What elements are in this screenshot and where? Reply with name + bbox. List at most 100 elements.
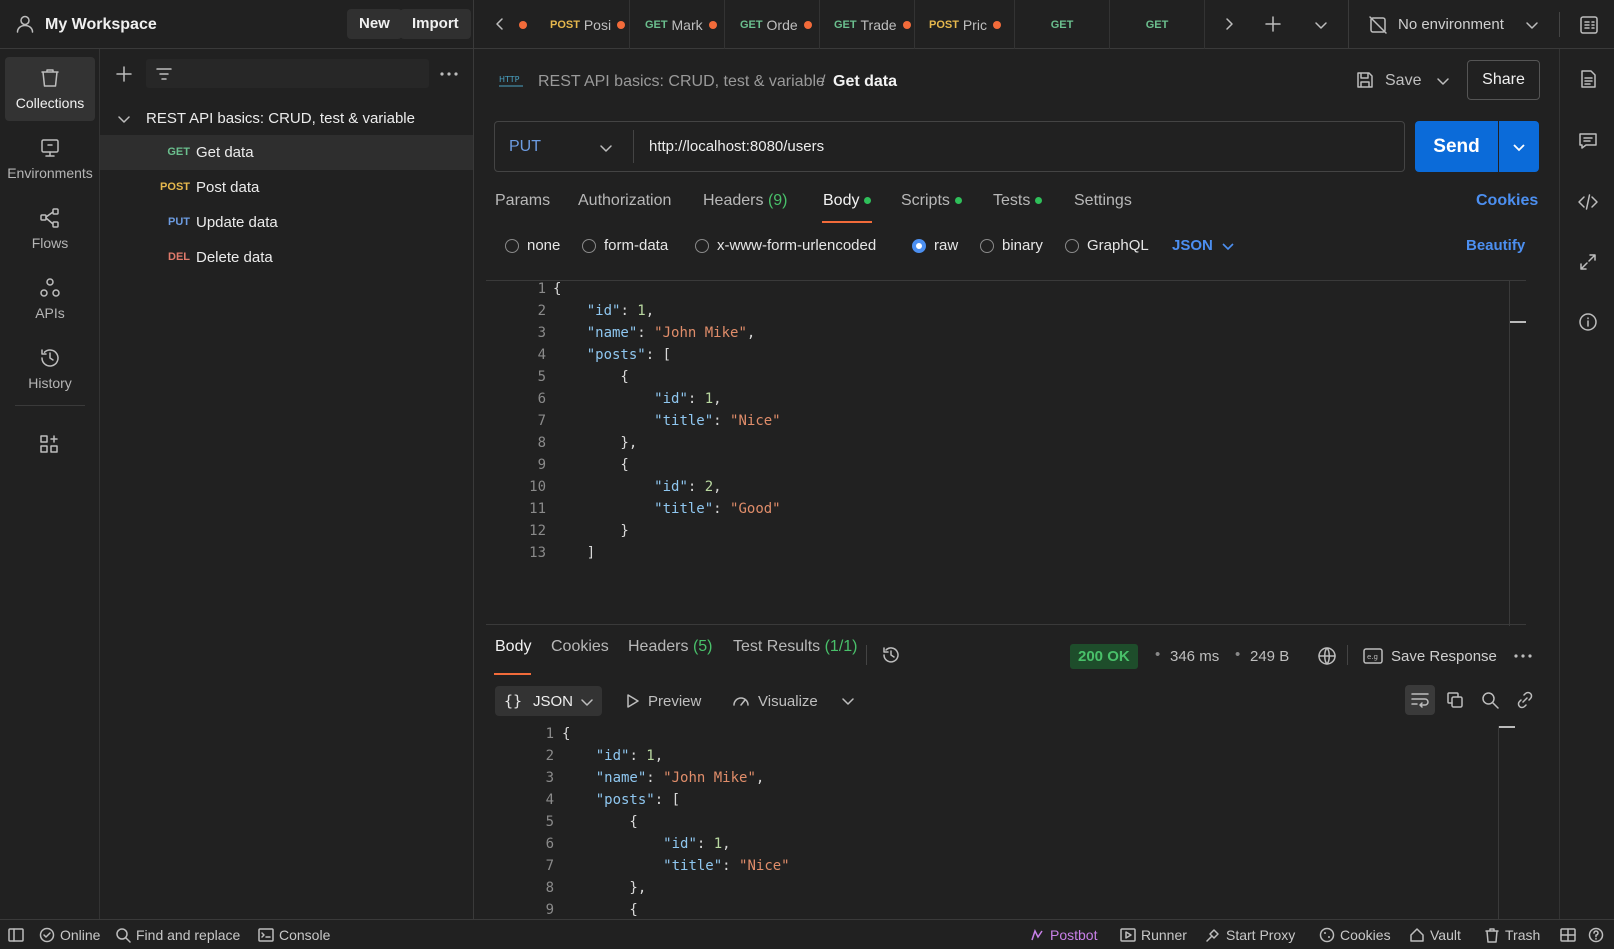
radio-binary[interactable]: binary	[980, 237, 1043, 254]
tab-item[interactable]: GET Orde	[725, 0, 820, 49]
sidebar-search-input[interactable]	[146, 59, 429, 88]
response-tab-headers[interactable]: Headers (5)	[628, 638, 713, 656]
comments-icon[interactable]	[1578, 131, 1598, 151]
workspace-title[interactable]: My Workspace	[45, 16, 157, 34]
radio-urlencoded[interactable]: x-www-form-urlencoded	[695, 237, 876, 254]
body-format-chevron-icon[interactable]	[1222, 240, 1234, 252]
tab-body[interactable]: Body	[823, 192, 872, 210]
add-collection-plus-icon[interactable]	[116, 66, 132, 82]
trash-button[interactable]: Trash	[1484, 927, 1540, 943]
tab-headers[interactable]: Headers (9)	[703, 192, 788, 210]
response-body-viewer[interactable]: 1 {2 "id": 1, 3 "name": "John Mike", 4 "pos…	[486, 726, 1526, 919]
vault-button[interactable]: Vault	[1409, 927, 1461, 943]
response-tab-body[interactable]: Body	[495, 638, 531, 656]
preview-button[interactable]: Preview	[648, 693, 701, 710]
radio-graphql[interactable]: GraphQL	[1065, 237, 1149, 254]
request-body-editor[interactable]: 1 {2 "id": 1, 3 "name": "John Mike", 4 "pos…	[486, 280, 1526, 626]
search-icon[interactable]	[1481, 691, 1499, 709]
body-format-selector[interactable]: JSON	[1172, 237, 1213, 254]
environment-quick-look-icon[interactable]	[1579, 15, 1599, 35]
layout-toggle-button[interactable]	[1560, 927, 1581, 943]
rail-item-environments[interactable]: Environments	[5, 127, 95, 191]
tab-authorization[interactable]: Authorization	[578, 192, 671, 210]
share-button[interactable]: Share	[1467, 60, 1540, 100]
radio-form-data[interactable]: form-data	[582, 237, 668, 254]
chevron-down-icon[interactable]	[118, 113, 130, 125]
toggle-sidebar-button[interactable]	[8, 927, 29, 943]
link-icon[interactable]	[1516, 691, 1534, 709]
status-badge[interactable]: 200 OK	[1070, 644, 1138, 669]
environment-selector[interactable]: No environment	[1398, 16, 1504, 33]
rail-item-apis[interactable]: APIs	[5, 267, 95, 331]
rail-item-flows[interactable]: Flows	[5, 197, 95, 261]
tab-params[interactable]: Params	[495, 192, 550, 210]
help-button[interactable]	[1588, 927, 1609, 943]
find-replace-button[interactable]: Find and replace	[115, 927, 240, 943]
request-item-post-data[interactable]: POST Post data	[100, 170, 473, 205]
method-selector[interactable]: PUT	[509, 138, 541, 156]
send-dropdown-button[interactable]	[1499, 121, 1539, 172]
postbot-button[interactable]: Postbot	[1029, 927, 1097, 943]
response-tab-test-results[interactable]: Test Results (1/1)	[733, 638, 858, 656]
tab-item[interactable]: GET	[1015, 0, 1110, 49]
save-button[interactable]: Save	[1385, 72, 1421, 90]
tabs-dropdown-chevron-icon[interactable]	[1314, 18, 1328, 32]
save-icon[interactable]	[1355, 70, 1375, 90]
request-item-get-data[interactable]: GET Get data	[100, 135, 473, 170]
environment-dropdown-chevron-icon[interactable]	[1525, 18, 1539, 32]
request-item-update-data[interactable]: PUT Update data	[100, 205, 473, 240]
online-status[interactable]: Online	[39, 927, 100, 943]
response-tab-cookies[interactable]: Cookies	[551, 638, 609, 656]
method-dropdown-chevron-icon[interactable]	[599, 141, 613, 155]
url-input[interactable]: http://localhost:8080/users	[649, 138, 824, 155]
new-button[interactable]: New	[347, 9, 402, 39]
more-options-icon[interactable]	[1514, 654, 1532, 658]
tabs-right-chevron-icon[interactable]	[1222, 17, 1236, 31]
response-format-selector[interactable]: {} JSON	[495, 686, 602, 716]
radio-raw[interactable]: raw	[912, 237, 958, 254]
console-button[interactable]: Console	[258, 927, 330, 943]
more-options-icon[interactable]	[440, 72, 458, 76]
configure-sidebar-icon[interactable]	[38, 433, 60, 455]
info-icon[interactable]	[1578, 312, 1598, 332]
tab-tests[interactable]: Tests	[993, 192, 1043, 210]
radio-none[interactable]: none	[505, 237, 560, 254]
related-collections-icon[interactable]	[1578, 252, 1598, 272]
visualize-dropdown-chevron-icon[interactable]	[842, 695, 854, 707]
filter-icon[interactable]	[156, 66, 172, 82]
copy-icon[interactable]	[1446, 691, 1464, 709]
request-item-delete-data[interactable]: DEL Delete data	[100, 240, 473, 275]
cookies-button[interactable]: Cookies	[1319, 927, 1391, 943]
tab-item[interactable]: GET	[1110, 0, 1205, 49]
visualize-button[interactable]: Visualize	[758, 693, 818, 710]
start-proxy-button[interactable]: Start Proxy	[1205, 927, 1295, 943]
runner-button[interactable]: Runner	[1120, 927, 1187, 943]
cookies-link[interactable]: Cookies	[1476, 192, 1538, 210]
response-time[interactable]: 346 ms	[1170, 648, 1219, 665]
new-tab-plus-icon[interactable]	[1265, 16, 1281, 32]
response-size[interactable]: 249 B	[1250, 648, 1289, 665]
tab-item[interactable]: GET Mark	[630, 0, 725, 49]
breadcrumb-collection[interactable]: REST API basics: CRUD, test & variable	[538, 73, 825, 91]
wrap-lines-button[interactable]	[1405, 685, 1435, 715]
collection-item[interactable]: REST API basics: CRUD, test & variable	[100, 101, 473, 136]
code-icon[interactable]	[1577, 192, 1599, 212]
save-dropdown-chevron-icon[interactable]	[1436, 74, 1450, 88]
beautify-button[interactable]: Beautify	[1466, 237, 1525, 254]
rail-item-collections[interactable]: Collections	[5, 57, 95, 121]
globe-icon[interactable]	[1317, 646, 1337, 666]
save-response-button[interactable]: Save Response	[1391, 648, 1497, 665]
tab-item[interactable]: GET Trade	[820, 0, 915, 49]
tab-item[interactable]: POST Posi	[535, 0, 630, 49]
user-icon[interactable]	[15, 14, 35, 34]
tab-scripts[interactable]: Scripts	[901, 192, 962, 210]
send-button[interactable]: Send	[1415, 121, 1498, 172]
documentation-icon[interactable]	[1578, 69, 1598, 89]
tab-settings[interactable]: Settings	[1074, 192, 1132, 210]
import-button[interactable]: Import	[400, 9, 471, 39]
rail-item-history[interactable]: History	[5, 337, 95, 401]
tab-item[interactable]: POST Pric	[915, 0, 1015, 49]
tabs-left-chevron-icon[interactable]	[493, 17, 507, 31]
history-icon[interactable]	[881, 645, 901, 665]
breadcrumb-current[interactable]: Get data	[833, 73, 897, 91]
